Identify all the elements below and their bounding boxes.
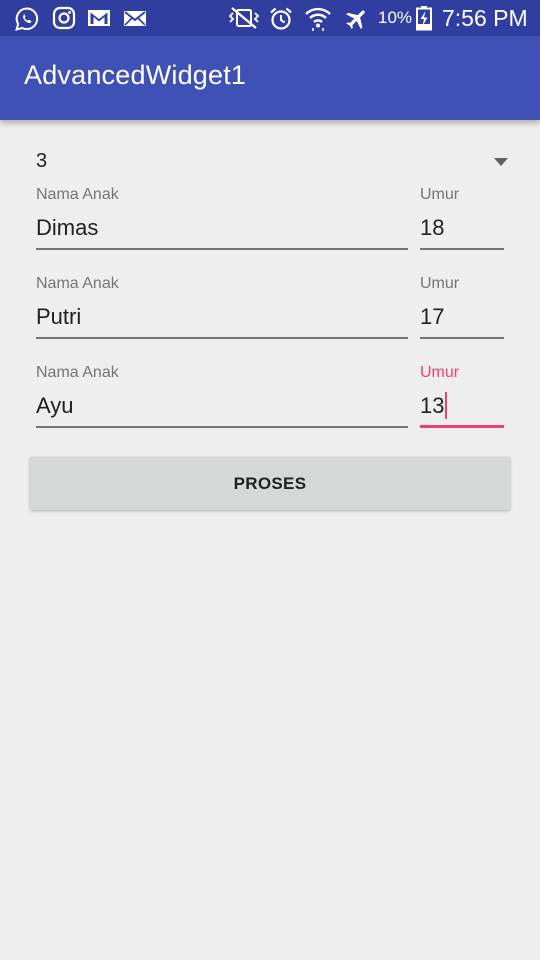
alarm-icon (268, 6, 294, 32)
wifi-icon (304, 4, 332, 32)
name-label: Nama Anak (36, 186, 119, 203)
name-input-underline (36, 426, 408, 428)
name-value: Ayu (36, 393, 74, 418)
name-value: Putri (36, 304, 82, 329)
age-label: Umur (420, 364, 460, 381)
age-value: 18 (420, 215, 445, 240)
name-input-underline (36, 248, 408, 250)
age-value: 13 (420, 393, 445, 418)
child-count-spinner[interactable]: 3 (20, 144, 520, 180)
name-value: Dimas (36, 215, 99, 240)
status-time: 7:56 PM (442, 5, 528, 31)
child-row: Nama Anak Ayu Umur 13 (0, 364, 540, 453)
airplane-mode-icon (344, 6, 370, 32)
gmail-icon (86, 6, 112, 30)
age-label: Umur (420, 275, 460, 292)
app-bar: AdvancedWidget1 (0, 36, 540, 120)
battery-percent: 10% (378, 8, 413, 27)
app-title: AdvancedWidget1 (24, 60, 247, 90)
battery-charging-icon (415, 5, 433, 31)
whatsapp-icon (14, 6, 40, 32)
child-row: Nama Anak Dimas Umur 18 (0, 186, 540, 275)
spinner-selected-value: 3 (36, 150, 48, 172)
age-input-underline (420, 337, 504, 339)
age-value-wrapper: 13 (420, 391, 448, 421)
dropdown-arrow-icon (494, 158, 508, 166)
child-row: Nama Anak Putri Umur 17 (0, 275, 540, 364)
name-label: Nama Anak (36, 275, 119, 292)
age-input-underline (420, 248, 504, 250)
mail-icon (122, 6, 148, 30)
status-bar: 10% 7:56 PM (0, 0, 540, 36)
age-label: Umur (420, 186, 460, 203)
name-input-underline (36, 337, 408, 339)
instagram-icon (52, 6, 76, 30)
age-value: 17 (420, 304, 445, 329)
proses-button[interactable]: PROSES (30, 457, 510, 510)
text-cursor (445, 391, 448, 419)
vibrate-off-icon (226, 6, 262, 30)
name-label: Nama Anak (36, 364, 119, 381)
age-input-underline (420, 425, 504, 428)
